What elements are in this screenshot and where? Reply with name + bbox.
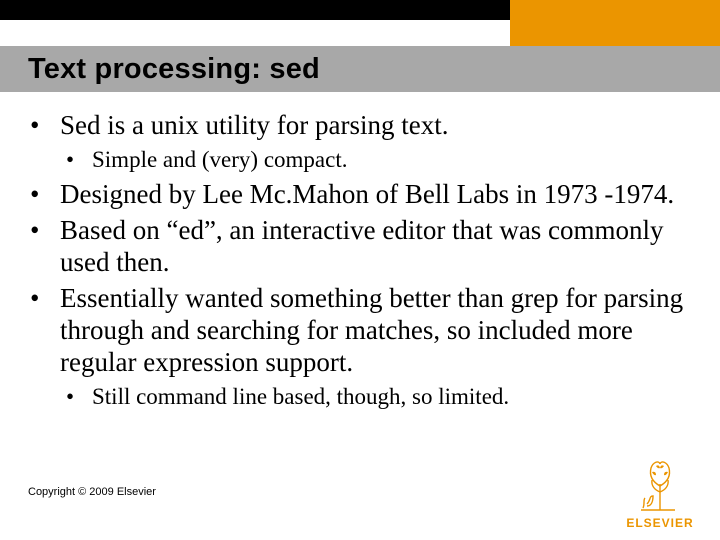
bullet-item: Sed is a unix utility for parsing text.: [30, 110, 690, 142]
bullet-list: Sed is a unix utility for parsing text.: [30, 110, 690, 142]
bullet-text: Essentially wanted something better than…: [60, 283, 690, 379]
content-area: Sed is a unix utility for parsing text. …: [30, 110, 690, 416]
bullet-item: Designed by Lee Mc.Mahon of Bell Labs in…: [30, 179, 690, 211]
elsevier-wordmark: ELSEVIER: [618, 516, 702, 530]
bullet-list: Designed by Lee Mc.Mahon of Bell Labs in…: [30, 179, 690, 378]
elsevier-tree-icon: [623, 454, 697, 512]
bullet-item: Essentially wanted something better than…: [30, 283, 690, 379]
title-bar: Text processing: sed: [0, 46, 720, 92]
sub-bullet-list: Simple and (very) compact.: [66, 146, 690, 174]
sub-bullet-item: Simple and (very) compact.: [66, 146, 690, 174]
sub-bullet-item: Still command line based, though, so lim…: [66, 383, 690, 411]
copyright-text: Copyright © 2009 Elsevier: [28, 486, 156, 498]
top-orange-box: [510, 0, 720, 46]
slide-title: Text processing: sed: [28, 53, 320, 86]
bullet-item: Based on “ed”, an interactive editor tha…: [30, 215, 690, 279]
sub-bullet-list: Still command line based, though, so lim…: [66, 383, 690, 411]
bullet-text: Sed is a unix utility for parsing text.: [60, 110, 448, 142]
slide: Text processing: sed Sed is a unix utili…: [0, 0, 720, 540]
sub-bullet-text: Simple and (very) compact.: [92, 146, 347, 174]
bullet-text: Designed by Lee Mc.Mahon of Bell Labs in…: [60, 179, 674, 211]
sub-bullet-text: Still command line based, though, so lim…: [92, 383, 509, 411]
elsevier-logo: ELSEVIER: [618, 454, 702, 530]
bullet-text: Based on “ed”, an interactive editor tha…: [60, 215, 690, 279]
